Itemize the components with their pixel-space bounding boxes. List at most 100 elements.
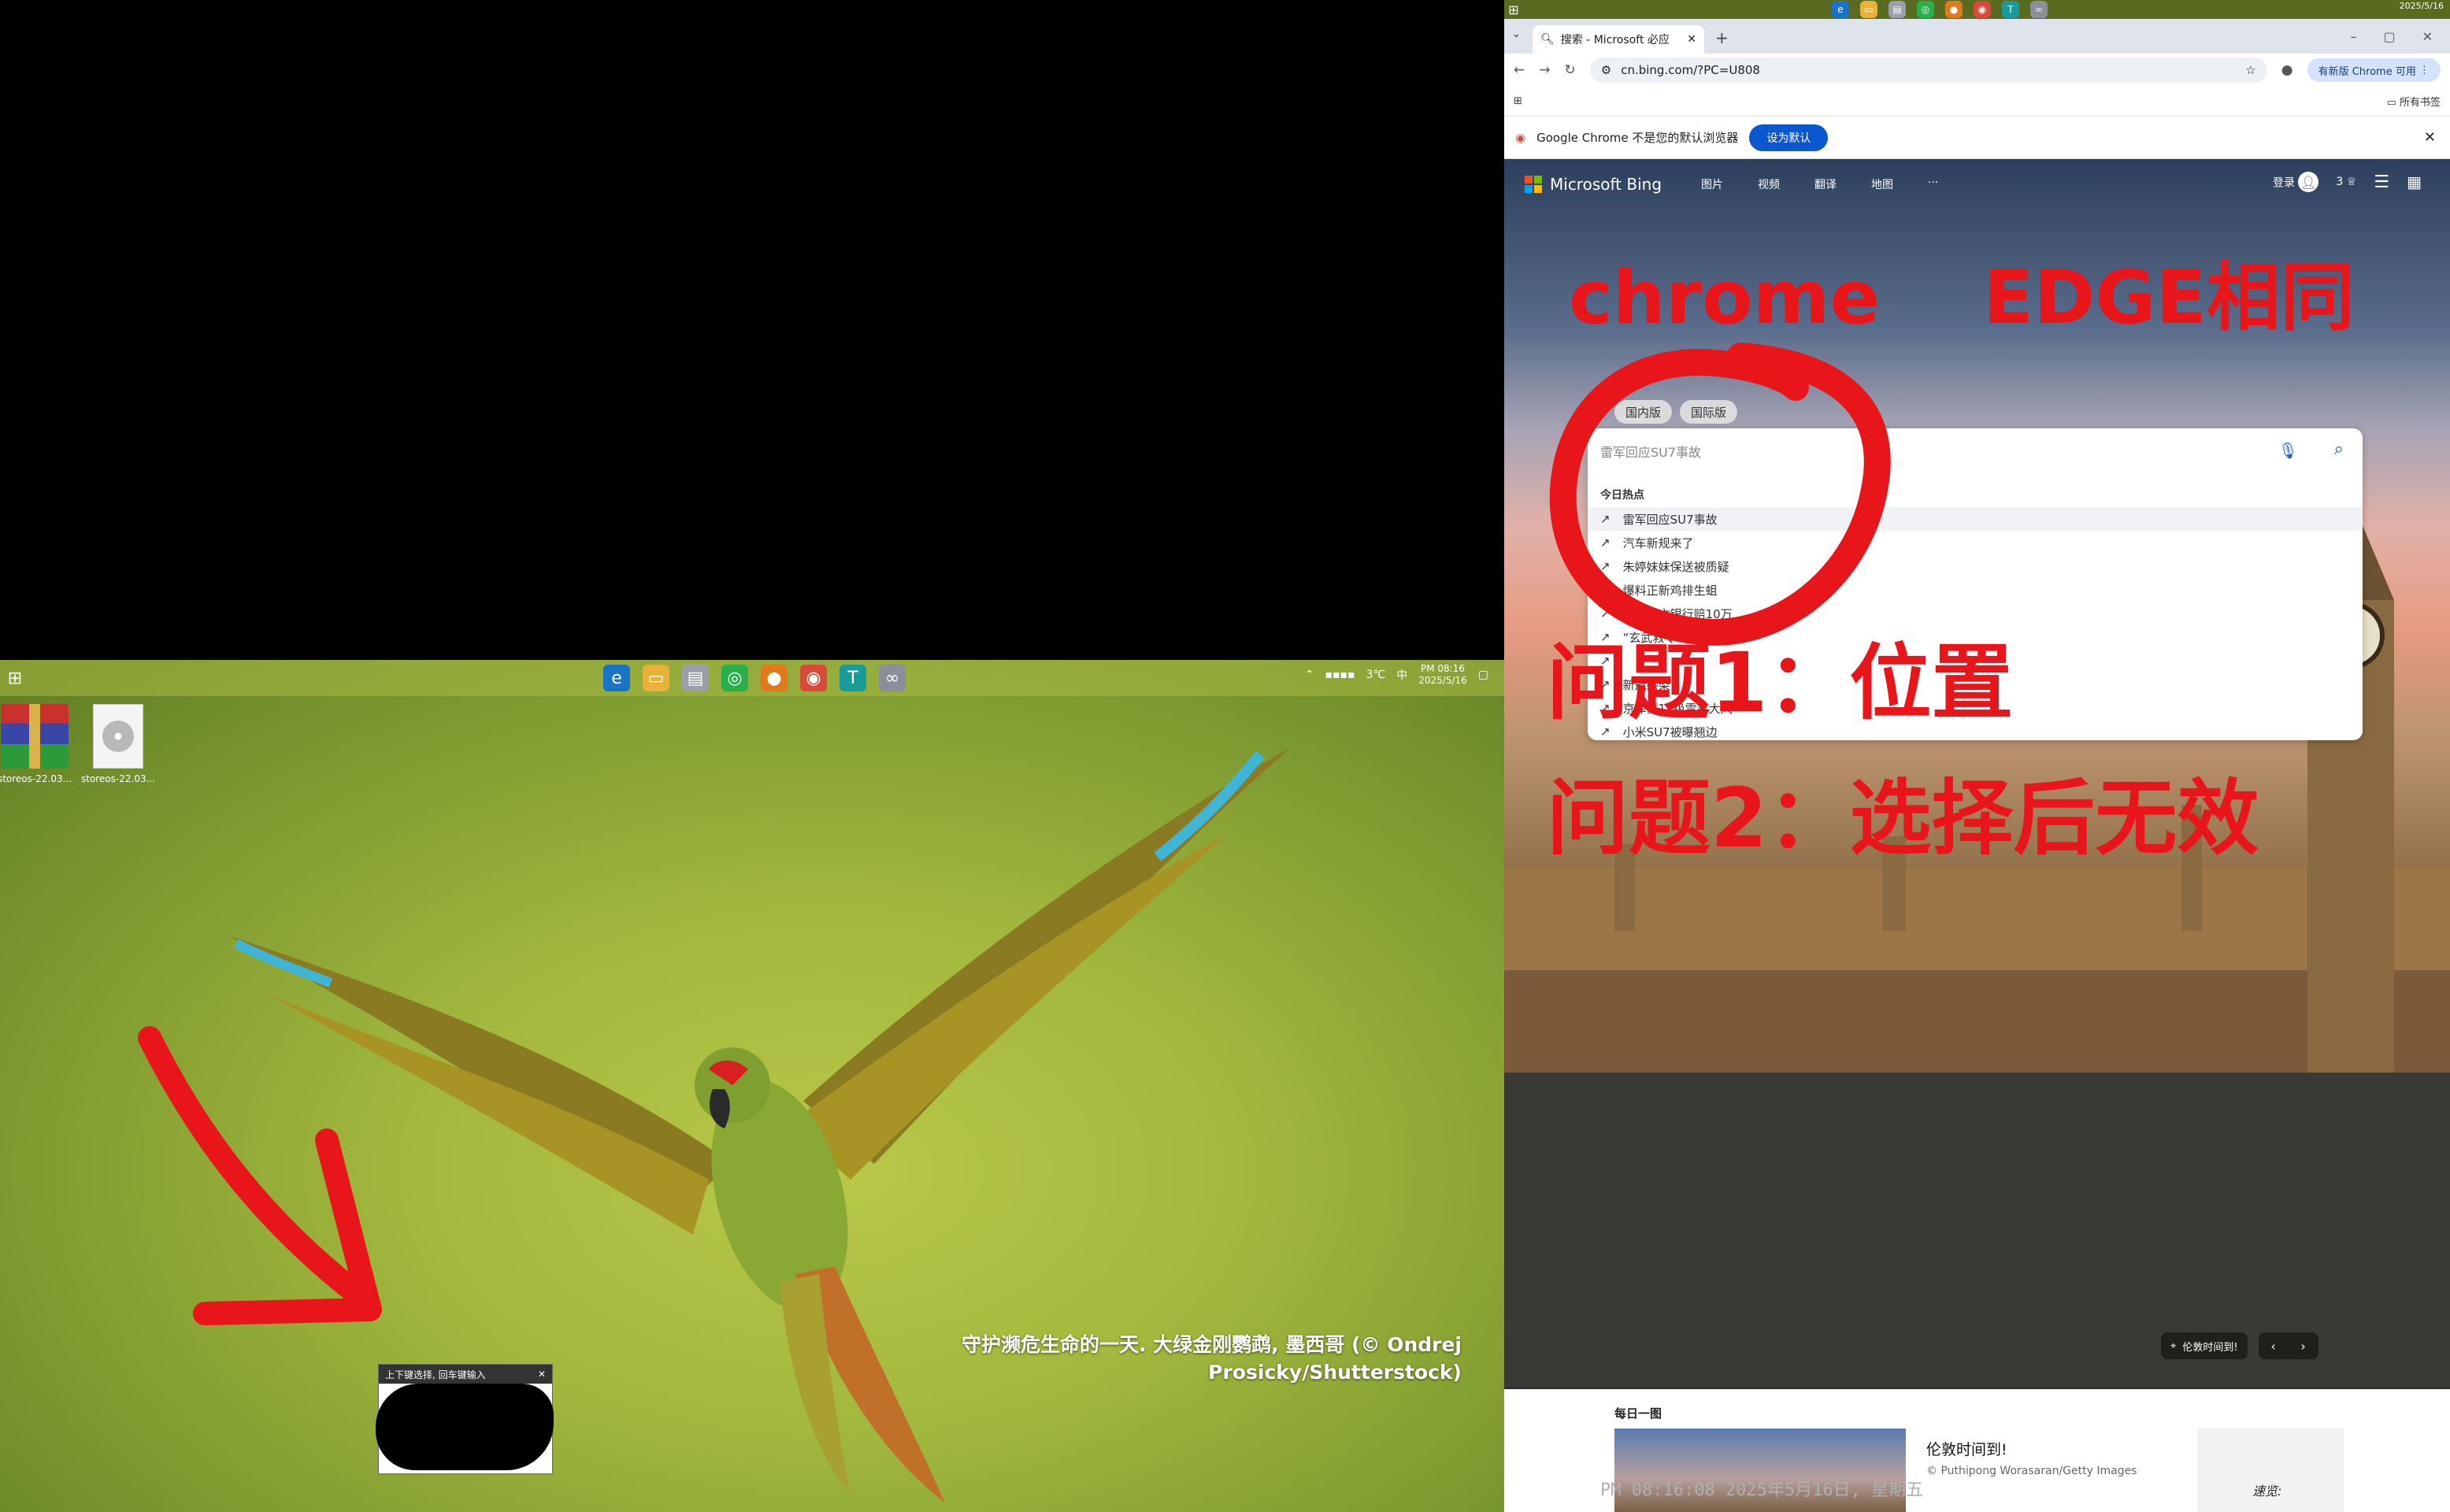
- wechat-icon-top[interactable]: ◎: [1917, 1, 1934, 18]
- image-controls: ⌖ 伦敦时间到! ‹ ›: [2161, 1332, 2318, 1359]
- desktop-file-iso[interactable]: storeos-22.03...: [79, 704, 158, 784]
- disc-image-icon: [93, 704, 143, 769]
- app-icon-top[interactable]: T: [2002, 1, 2019, 18]
- edge-icon[interactable]: e: [603, 665, 630, 691]
- close-icon[interactable]: ✕: [538, 1369, 546, 1380]
- file-explorer-icon[interactable]: ▭: [643, 665, 669, 691]
- side-card[interactable]: 速览:: [2197, 1429, 2344, 1512]
- chrome-icon[interactable]: ◉: [800, 665, 827, 691]
- red-arrow-annotation: [138, 1026, 382, 1325]
- nav-images[interactable]: 图片: [1701, 176, 1723, 192]
- edge-icon-top[interactable]: e: [1832, 1, 1849, 18]
- microsoft-logo-icon: [1525, 176, 1542, 193]
- login-link[interactable]: 登录 👤︎: [2273, 172, 2319, 192]
- bing-header-right: 登录 👤︎ 3 ♕ ☰ ▦: [2273, 172, 2422, 192]
- fish-icon-top[interactable]: ∞: [2030, 1, 2048, 18]
- desktop: ⊞ e ▭ ▤ ◎ ● ◉ T ∞ ⌃ ▪▪▪▪ 3℃ 中 PM 08:16 2…: [0, 660, 1504, 1512]
- search-icon[interactable]: ⌕: [2334, 439, 2344, 459]
- annotation-title: chrome EDGE相同: [1569, 255, 2355, 341]
- microphone-icon[interactable]: 🎙︎: [2278, 441, 2298, 460]
- temperature: 3℃: [1366, 669, 1386, 681]
- windows-start-icon-top[interactable]: ⊞: [1504, 0, 1523, 19]
- location-badge[interactable]: ⌖ 伦敦时间到!: [2161, 1332, 2248, 1359]
- set-default-button[interactable]: 设为默认: [1749, 124, 1829, 151]
- daily-image-section: 每日一图 伦敦时间到! © Puthipong Worasaran/Getty …: [1504, 1391, 2450, 1512]
- store-icon[interactable]: ▤: [682, 665, 709, 691]
- reload-icon[interactable]: ↻: [1565, 62, 1576, 78]
- daily-heading: 每日一图: [1614, 1406, 1662, 1421]
- close-tab-icon[interactable]: ✕: [1687, 33, 1696, 46]
- tab-search-icon[interactable]: ⌄: [1512, 28, 1521, 40]
- tab-bing[interactable]: 🔍︎ 搜索 - Microsoft 必应 ✕: [1533, 25, 1704, 54]
- chevron-up-icon[interactable]: ⌃: [1305, 669, 1314, 681]
- image-nav: ‹ ›: [2258, 1332, 2318, 1359]
- desktop-file-rar[interactable]: storeos-22.03...: [0, 704, 74, 784]
- winrar-icon: [1, 704, 69, 769]
- wechat-icon[interactable]: ◎: [721, 665, 748, 691]
- qq-icon[interactable]: ●: [761, 665, 788, 691]
- bing-logo[interactable]: Microsoft Bing: [1525, 175, 1662, 194]
- fish-icon[interactable]: ∞: [879, 665, 906, 691]
- address-bar[interactable]: ⚙ cn.bing.com/?PC=U808 ☆: [1589, 57, 2267, 83]
- qq-icon-top[interactable]: ●: [1945, 1, 1963, 18]
- prev-image-icon[interactable]: ‹: [2270, 1339, 2275, 1354]
- new-tab-icon[interactable]: +: [1715, 28, 1729, 47]
- user-avatar-icon: 👤︎: [2298, 172, 2319, 192]
- app-icon[interactable]: T: [840, 665, 866, 691]
- nav-more[interactable]: ···: [1928, 176, 1938, 192]
- toolbar: ← → ↻ ⚙ cn.bing.com/?PC=U808 ☆ ● 有新版 Chr…: [1504, 54, 2450, 87]
- annotation-issue1: 问题1：位置: [1547, 635, 2014, 731]
- windows-start-icon[interactable]: ⊞: [2, 665, 28, 691]
- search-favicon-icon: 🔍︎: [1540, 33, 1555, 46]
- next-image-icon[interactable]: ›: [2300, 1339, 2305, 1354]
- close-window-icon[interactable]: ✕: [2422, 29, 2433, 44]
- top-clock[interactable]: 2025/5/16: [2400, 2, 2444, 10]
- redacted-scribble: [376, 1384, 554, 1470]
- forward-icon[interactable]: →: [1539, 62, 1550, 78]
- rewards[interactable]: 3 ♕: [2336, 176, 2356, 188]
- store-icon-top[interactable]: ▤: [1888, 1, 1906, 18]
- chrome-icon-top[interactable]: ◉: [1974, 1, 1991, 18]
- apps-grid-icon[interactable]: ⊞: [1514, 95, 1522, 107]
- update-chrome-button[interactable]: 有新版 Chrome 可用 ⋮: [2307, 58, 2441, 82]
- wallpaper-caption[interactable]: 守护濒危生命的一天. 大绿金刚鹦鹉, 墨西哥 (© Ondrej Prosick…: [962, 1331, 1462, 1386]
- nav-maps[interactable]: 地图: [1871, 176, 1893, 192]
- daily-title[interactable]: 伦敦时间到!: [1926, 1438, 2007, 1459]
- location-pin-icon: ⌖: [2170, 1340, 2177, 1352]
- nav-translate[interactable]: 翻译: [1814, 176, 1837, 192]
- all-bookmarks[interactable]: ▭ 所有书签: [2387, 94, 2441, 109]
- back-icon[interactable]: ←: [1514, 62, 1525, 78]
- bing-page: Microsoft Bing 图片 视频 翻译 地图 ··· 登录 👤︎ 3 ♕…: [1504, 159, 2450, 1389]
- profile-icon[interactable]: ●: [2281, 62, 2293, 78]
- default-browser-infobar: ◉ Google Chrome 不是您的默认浏览器 设为默认 ✕: [1504, 117, 2450, 159]
- chrome-logo-icon: ◉: [1515, 130, 1526, 145]
- bookmark-star-icon[interactable]: ☆: [2245, 63, 2255, 77]
- window-controls: – ▢ ✕: [2350, 19, 2450, 54]
- minimize-icon[interactable]: –: [2350, 29, 2356, 44]
- site-info-icon[interactable]: ⚙: [1601, 63, 1611, 77]
- bing-header: Microsoft Bing 图片 视频 翻译 地图 ··· 登录 👤︎ 3 ♕…: [1504, 159, 2450, 209]
- maximize-icon[interactable]: ▢: [2383, 29, 2395, 44]
- nav-videos[interactable]: 视频: [1758, 176, 1780, 192]
- top-taskbar: ⊞ e ▭ ▤ ◎ ● ◉ T ∞ 2025/5/16: [1504, 0, 2450, 19]
- ime-candidate-popup[interactable]: 上下键选择, 回车键输入 ✕: [376, 1364, 554, 1474]
- annotation-issue2: 问题2：选择后无效: [1547, 770, 2259, 866]
- desktop-taskbar: ⊞ e ▭ ▤ ◎ ● ◉ T ∞ ⌃ ▪▪▪▪ 3℃ 中 PM 08:16 2…: [0, 660, 1504, 696]
- bookmarks-bar: ⊞ ▭ 所有书签: [1504, 87, 2450, 117]
- system-tray: ⌃ ▪▪▪▪ 3℃ 中 PM 08:16 2025/5/16 ▢: [1305, 663, 1488, 687]
- menu-icon[interactable]: ☰: [2374, 172, 2389, 192]
- ime-indicator[interactable]: 中: [1396, 667, 1407, 683]
- tray-icons[interactable]: ▪▪▪▪: [1325, 669, 1355, 681]
- tab-strip: ⌄ 🔍︎ 搜索 - Microsoft 必应 ✕ + – ▢ ✕: [1504, 19, 2450, 54]
- qr-code-icon[interactable]: ▦: [2407, 172, 2422, 191]
- clock[interactable]: PM 08:16 2025/5/16: [1418, 663, 1467, 687]
- black-screen-area: [0, 0, 1504, 660]
- ime-popup-bar: 上下键选择, 回车键输入 ✕: [379, 1365, 552, 1384]
- file-explorer-icon-top[interactable]: ▭: [1860, 1, 1877, 18]
- bing-nav: 图片 视频 翻译 地图 ···: [1701, 176, 1938, 192]
- daily-credit: © Puthipong Worasaran/Getty Images: [1926, 1465, 2137, 1477]
- close-infobar-icon[interactable]: ✕: [2424, 129, 2436, 146]
- clock-overlay: PM 08:16:08 2025年5月16日, 星期五: [1600, 1480, 1924, 1500]
- chrome-window: ⊞ e ▭ ▤ ◎ ● ◉ T ∞ 2025/5/16 ⌄ 🔍︎ 搜索 - Mi…: [1504, 0, 2450, 1512]
- notification-icon[interactable]: ▢: [1478, 669, 1488, 681]
